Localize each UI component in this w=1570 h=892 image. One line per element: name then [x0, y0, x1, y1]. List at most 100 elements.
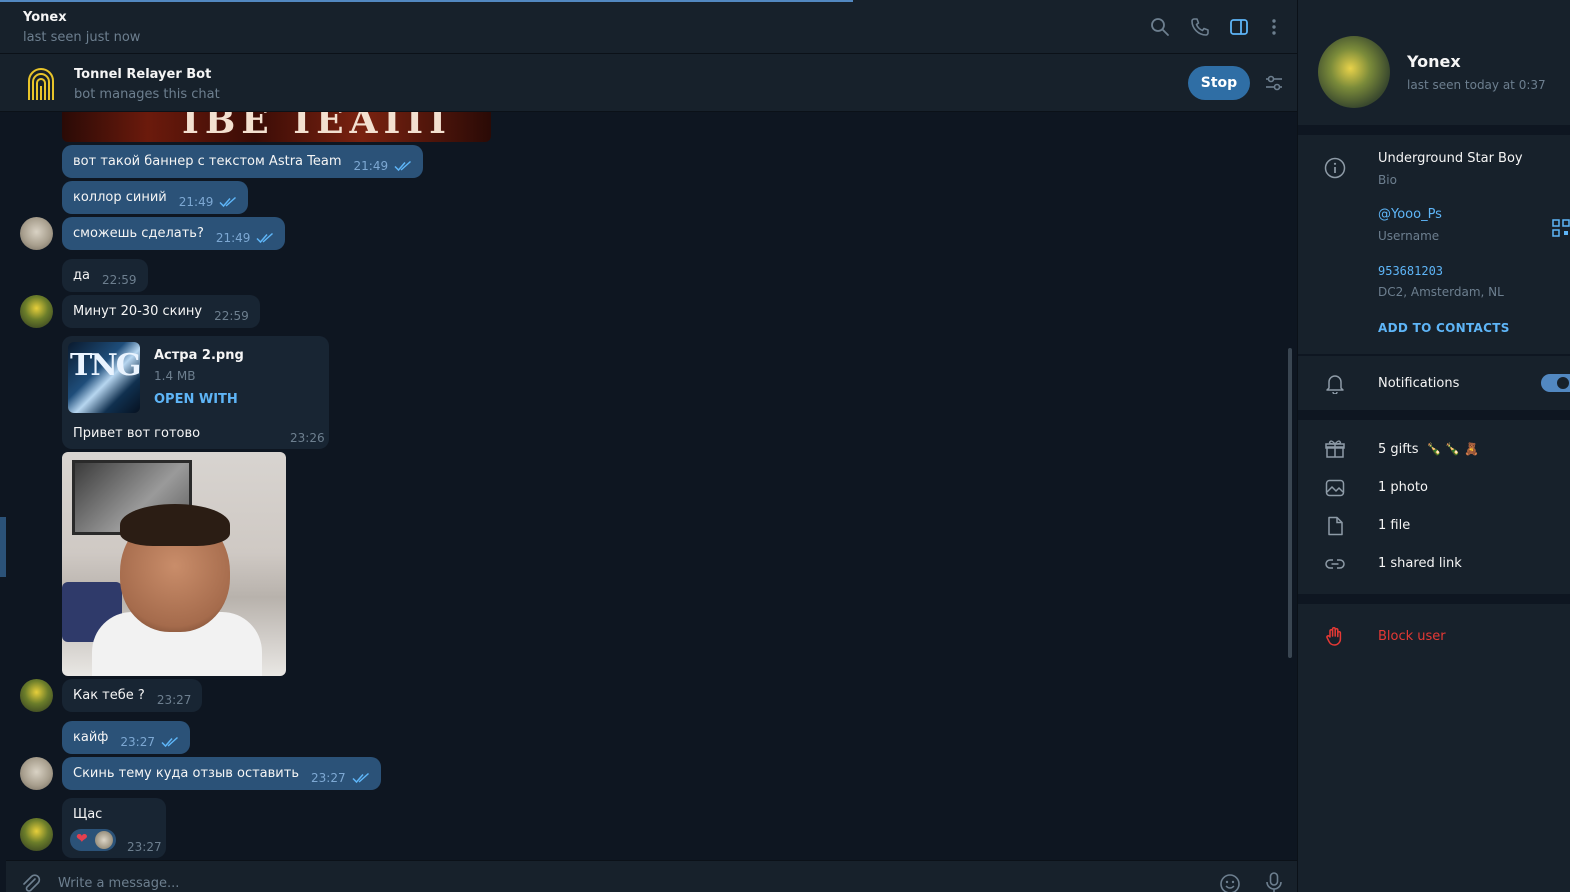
files-row[interactable]: 1 file	[1378, 518, 1410, 533]
message-text: вот такой баннер с текстом Astra Team	[73, 154, 342, 169]
open-with-link[interactable]: OPEN WITH	[154, 392, 238, 407]
selection-accent	[0, 517, 6, 577]
link-icon	[1325, 559, 1345, 569]
message-composer	[6, 860, 1297, 892]
profile-name: Yonex	[1407, 52, 1461, 71]
microphone-icon[interactable]	[1264, 871, 1284, 892]
stop-button[interactable]: Stop	[1188, 66, 1250, 100]
bot-name: Tonnel Relayer Bot	[74, 67, 212, 82]
file-name: Астра 2.png	[154, 348, 244, 363]
file-size: 1.4 MB	[154, 369, 196, 383]
gift-icon	[1325, 440, 1345, 458]
notifications-toggle[interactable]	[1541, 374, 1570, 392]
message-bubble[interactable]: Как тебе ? 23:27	[62, 679, 203, 712]
sidebar-toggle-icon[interactable]	[1228, 16, 1250, 38]
message-time: 22:59	[101, 272, 137, 287]
message-text: Скинь тему куда отзыв оставить	[73, 766, 299, 781]
links-row[interactable]: 1 shared link	[1378, 556, 1462, 571]
gift-emojis: 🍾 🍾 🧸	[1426, 442, 1480, 456]
message-time: 21:49	[353, 158, 389, 173]
reactor-avatar	[95, 831, 113, 849]
avatar[interactable]	[20, 757, 53, 790]
file-message[interactable]: TNG Астра 2.png 1.4 MB OPEN WITH Привет …	[62, 336, 329, 449]
gifts-count: 5 gifts	[1378, 442, 1419, 457]
message-bubble[interactable]: кайф 23:27	[62, 721, 190, 754]
profile-bio[interactable]: Underground Star Boy	[1378, 151, 1523, 166]
message-time: 23:27	[127, 840, 162, 854]
chat-peer-status: last seen just now	[23, 30, 141, 45]
double-check-icon	[256, 232, 274, 243]
hand-stop-icon	[1326, 627, 1342, 646]
double-check-icon	[161, 736, 178, 747]
profile-avatar[interactable]	[1318, 36, 1390, 108]
section-divider	[1298, 354, 1570, 356]
banner-image-text: IBE IEAIII	[182, 112, 452, 142]
message-bubble[interactable]: да 22:59	[62, 259, 148, 292]
file-caption: Привет вот готово	[73, 426, 201, 441]
message-time: 23:27	[311, 770, 346, 785]
profile-header: Yonex last seen today at 0:37	[1298, 0, 1570, 125]
message-bubble[interactable]: сможешь сделать? 21:49	[62, 217, 286, 250]
message-input[interactable]	[58, 873, 1158, 892]
section-divider	[1298, 410, 1570, 420]
profile-datacenter: DC2, Amsterdam, NL	[1378, 285, 1504, 299]
double-check-icon	[352, 772, 369, 783]
emoji-icon[interactable]	[1219, 873, 1241, 892]
more-menu-icon[interactable]	[1263, 16, 1285, 38]
message-text: Как тебе ?	[73, 688, 145, 703]
double-check-icon	[394, 160, 412, 171]
profile-status: last seen today at 0:37	[1407, 78, 1546, 92]
avatar[interactable]	[20, 679, 53, 712]
avatar[interactable]	[20, 295, 53, 328]
message-time: 22:59	[214, 308, 249, 323]
banner-image[interactable]: IBE IEAIII	[62, 112, 491, 142]
add-to-contacts-button[interactable]: ADD TO CONTACTS	[1378, 321, 1510, 335]
message-text: кайф	[73, 730, 109, 745]
block-user-button[interactable]: Block user	[1378, 629, 1446, 644]
attach-icon[interactable]	[20, 873, 42, 892]
reaction-chip[interactable]: ❤	[70, 829, 116, 851]
heart-icon: ❤	[76, 831, 88, 847]
sliders-icon[interactable]	[1263, 72, 1285, 94]
section-divider	[1298, 125, 1570, 135]
message-text: коллор синий	[73, 190, 167, 205]
message-time: 21:49	[215, 230, 251, 245]
profile-username[interactable]: @Yooo_Ps	[1378, 207, 1442, 222]
search-icon[interactable]	[1149, 16, 1171, 38]
bot-logo-icon	[24, 64, 58, 102]
photo-icon	[1325, 479, 1345, 497]
message-time: 23:26	[290, 431, 325, 445]
message-bubble[interactable]: Щас ❤ 23:27	[62, 798, 166, 858]
profile-bio-label: Bio	[1378, 173, 1397, 187]
file-thumbnail[interactable]: TNG	[68, 342, 140, 413]
gifts-row[interactable]: 5 gifts 🍾 🍾 🧸	[1378, 442, 1479, 457]
message-bubble[interactable]: вот такой баннер с текстом Astra Team 21…	[62, 145, 424, 178]
chat-peer-name[interactable]: Yonex	[23, 10, 67, 25]
photos-row[interactable]: 1 photo	[1378, 480, 1428, 495]
message-text: Минут 20-30 скину	[73, 304, 203, 319]
file-thumbnail-text: TNG	[70, 348, 140, 383]
chat-header: Yonex last seen just now	[0, 0, 1297, 54]
section-divider	[1298, 594, 1570, 604]
phone-icon[interactable]	[1189, 16, 1211, 38]
message-bubble[interactable]: коллор синий 21:49	[62, 181, 249, 214]
profile-user-id[interactable]: 953681203	[1378, 264, 1443, 278]
qr-code-icon[interactable]	[1551, 218, 1570, 238]
toggle-knob	[1557, 377, 1569, 389]
bell-icon	[1326, 375, 1344, 394]
message-text: да	[73, 268, 90, 283]
bot-subtitle: bot manages this chat	[74, 87, 220, 102]
photo-message[interactable]	[62, 452, 286, 676]
avatar[interactable]	[20, 217, 53, 250]
scrollbar[interactable]	[1288, 348, 1292, 658]
message-list[interactable]: IBE IEAIII вот такой баннер с текстом As…	[0, 112, 1297, 860]
loading-progress	[0, 0, 853, 2]
message-bubble[interactable]: Скинь тему куда отзыв оставить 23:27	[62, 757, 381, 790]
message-time: 23:27	[120, 734, 155, 749]
avatar[interactable]	[20, 818, 53, 851]
photo-hair	[120, 504, 230, 546]
message-bubble[interactable]: Минут 20-30 скину 22:59	[62, 295, 260, 328]
message-text: Щас	[73, 807, 103, 822]
double-check-icon	[219, 196, 237, 207]
chat-column: Yonex last seen just now Tonnel Relayer …	[0, 0, 1297, 892]
